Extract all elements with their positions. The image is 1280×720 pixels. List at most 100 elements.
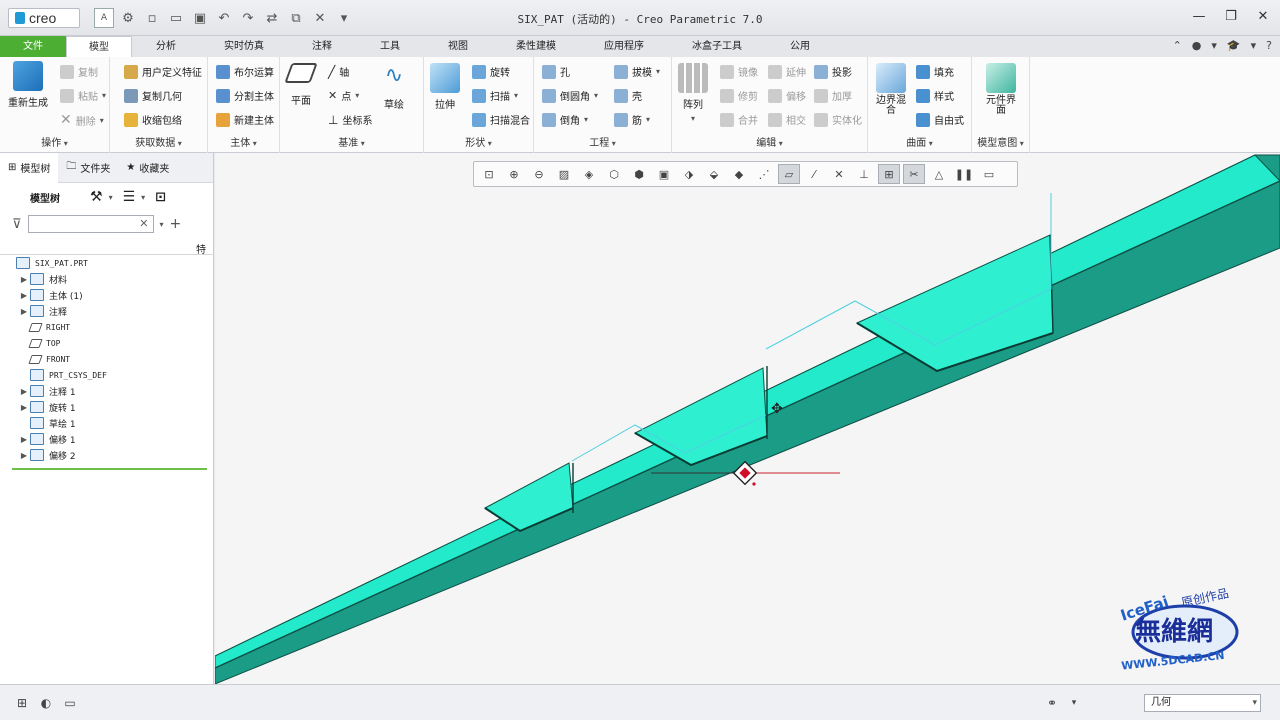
tab-view[interactable]: 视图 <box>424 36 492 57</box>
tab-file[interactable]: 文件 <box>0 36 66 57</box>
search-dropdown-icon[interactable]: ▾ <box>160 220 164 229</box>
group-label-shapes[interactable]: 形状 <box>424 134 533 149</box>
shrinkwrap-button[interactable]: 收缩包络 <box>124 112 182 127</box>
repaint-icon[interactable]: ▨ <box>553 164 575 184</box>
tree-item[interactable]: RIGHT <box>0 319 214 335</box>
tab-live-simulation[interactable]: 实时仿真 <box>200 36 288 57</box>
freestyle-button[interactable]: 自由式 <box>916 112 964 127</box>
delete-button[interactable]: ✕ 删除 ▾ <box>60 112 104 128</box>
style-button[interactable]: 样式 <box>916 88 954 103</box>
udf-button[interactable]: 用户定义特征 <box>124 64 202 79</box>
annotation-display-icon[interactable]: ⋰ <box>753 164 775 184</box>
maximize-icon[interactable]: ❐ <box>1222 8 1240 26</box>
help-icon[interactable]: ? <box>1266 39 1272 52</box>
pause-icon[interactable]: ❚❚ <box>953 164 975 184</box>
appearance-icon[interactable]: ◆ <box>728 164 750 184</box>
sweep-button[interactable]: 扫描 ▾ <box>472 88 518 103</box>
swept-blend-button[interactable]: 扫描混合 <box>472 112 530 127</box>
copy-button[interactable]: 复制 <box>60 64 98 79</box>
add-icon[interactable]: + <box>170 216 182 232</box>
tree-item[interactable]: ▶ 主体 (1) <box>0 287 214 303</box>
csys-display-icon[interactable]: ⊥ <box>853 164 875 184</box>
revolve-button[interactable]: 旋转 <box>472 64 510 79</box>
tab-applications[interactable]: 应用程序 <box>580 36 668 57</box>
view-manager-icon[interactable]: ⬢ <box>628 164 650 184</box>
show-dropdown-icon[interactable]: ▾ <box>141 193 145 202</box>
point-button[interactable]: ✕ 点 ▾ <box>328 88 359 103</box>
plane-button[interactable]: 平面 <box>284 63 318 107</box>
solidify-button[interactable]: 实体化 <box>814 112 862 127</box>
axis-display-icon[interactable]: ⁄ <box>803 164 825 184</box>
sketch-display-icon[interactable]: ✂ <box>903 164 925 184</box>
refit-icon[interactable]: ⊡ <box>478 164 500 184</box>
expand-arrow-icon[interactable]: ▶ <box>18 275 30 284</box>
tree-item[interactable]: FRONT <box>0 351 214 367</box>
show-browser-icon[interactable]: ◐ <box>36 693 56 713</box>
shell-button[interactable]: 壳 <box>614 88 642 103</box>
tree-item[interactable]: ▶ 偏移 1 <box>0 431 214 447</box>
tree-item[interactable]: ▶ 材料 <box>0 271 214 287</box>
mirror-button[interactable]: 镜像 <box>720 64 758 79</box>
extend-button[interactable]: 延伸 <box>768 64 806 79</box>
group-label-editing[interactable]: 编辑 <box>672 134 867 149</box>
display-style-icon[interactable]: ◈ <box>578 164 600 184</box>
lighting-icon[interactable]: ▭ <box>978 164 1000 184</box>
tree-item[interactable]: PRT_CSYS_DEF <box>0 367 214 383</box>
saved-orientations-icon[interactable]: ⬡ <box>603 164 625 184</box>
settings-hammer-icon[interactable]: ⚒ <box>90 189 103 205</box>
boolean-button[interactable]: 布尔运算 <box>216 64 274 79</box>
spin-center-icon[interactable]: ⊞ <box>878 164 900 184</box>
tree-item[interactable]: ▶ 注释 <box>0 303 214 319</box>
tree-item[interactable]: ▶ 注释 1 <box>0 383 214 399</box>
tab-folder[interactable]: 🗀 文件夹 <box>58 153 118 183</box>
draft-button[interactable]: 拔模 ▾ <box>614 64 660 79</box>
tab-model-tree[interactable]: ⊞ 模型树 <box>0 152 59 183</box>
zoom-in-icon[interactable]: ⊕ <box>503 164 525 184</box>
hole-button[interactable]: 孔 <box>542 64 570 79</box>
selection-filter-select[interactable]: 几何 ▾ <box>1144 694 1261 712</box>
filter-icon[interactable]: ⊽ <box>12 217 22 232</box>
extrude-button[interactable]: 拉伸 <box>430 63 460 111</box>
plane-display-icon[interactable]: ▱ <box>778 164 800 184</box>
rib-button[interactable]: 筋 ▾ <box>614 112 650 127</box>
split-body-button[interactable]: 分割主体 <box>216 88 274 103</box>
close-icon[interactable]: ✕ <box>1254 8 1272 26</box>
tree-item[interactable]: ▶ 旋转 1 <box>0 399 214 415</box>
tree-item[interactable]: TOP <box>0 335 214 351</box>
offset-button[interactable]: 偏移 <box>768 88 806 103</box>
expand-arrow-icon[interactable]: ▶ <box>18 435 30 444</box>
regenerate-button[interactable]: 重新生成 <box>8 61 48 109</box>
sketch-button[interactable]: ∿ 草绘 <box>384 63 404 111</box>
project-button[interactable]: 投影 <box>814 64 852 79</box>
full-screen-icon[interactable]: ▭ <box>60 693 80 713</box>
tree-item[interactable]: 草绘 1 <box>0 415 214 431</box>
dropdown-icon[interactable]: ▾ <box>1211 39 1217 52</box>
group-label-datum[interactable]: 基准 <box>280 134 423 149</box>
group-label-model-intent[interactable]: 模型意图 <box>972 134 1029 149</box>
collapse-ribbon-icon[interactable]: ⌃ <box>1173 39 1182 52</box>
group-label-get-data[interactable]: 获取数据 <box>110 134 207 149</box>
tab-common[interactable]: 公用 <box>766 36 834 57</box>
tab-flexible-modeling[interactable]: 柔性建模 <box>492 36 580 57</box>
expand-arrow-icon[interactable]: ▶ <box>18 451 30 460</box>
find-dropdown-icon[interactable]: ▾ <box>1064 693 1084 713</box>
perspective-icon[interactable]: ▣ <box>653 164 675 184</box>
tab-icebox-tools[interactable]: 冰盒子工具 <box>668 36 766 57</box>
tree-filter-icon[interactable]: ⊡ <box>155 190 166 205</box>
thicken-button[interactable]: 加厚 <box>814 88 852 103</box>
expand-arrow-icon[interactable]: ▶ <box>18 291 30 300</box>
zoom-out-icon[interactable]: ⊖ <box>528 164 550 184</box>
copy-geometry-button[interactable]: 复制几何 <box>124 88 182 103</box>
trim-button[interactable]: 修剪 <box>720 88 758 103</box>
component-interface-button[interactable]: 元件界面 <box>984 63 1018 116</box>
find-binoculars-icon[interactable]: ⚭ <box>1042 693 1062 713</box>
boundary-blend-button[interactable]: 边界混合 <box>874 63 908 116</box>
section-icon[interactable]: ⬙ <box>703 164 725 184</box>
user-icon[interactable]: ● <box>1192 39 1202 52</box>
named-views-icon[interactable]: ⬗ <box>678 164 700 184</box>
tab-favorites[interactable]: ★ 收藏夹 <box>118 153 177 183</box>
paste-button[interactable]: 粘贴 ▾ <box>60 88 106 103</box>
group-label-operations[interactable]: 操作 <box>0 134 109 149</box>
minimize-icon[interactable]: — <box>1190 8 1208 26</box>
dropdown-icon[interactable]: ▾ <box>1251 39 1257 52</box>
